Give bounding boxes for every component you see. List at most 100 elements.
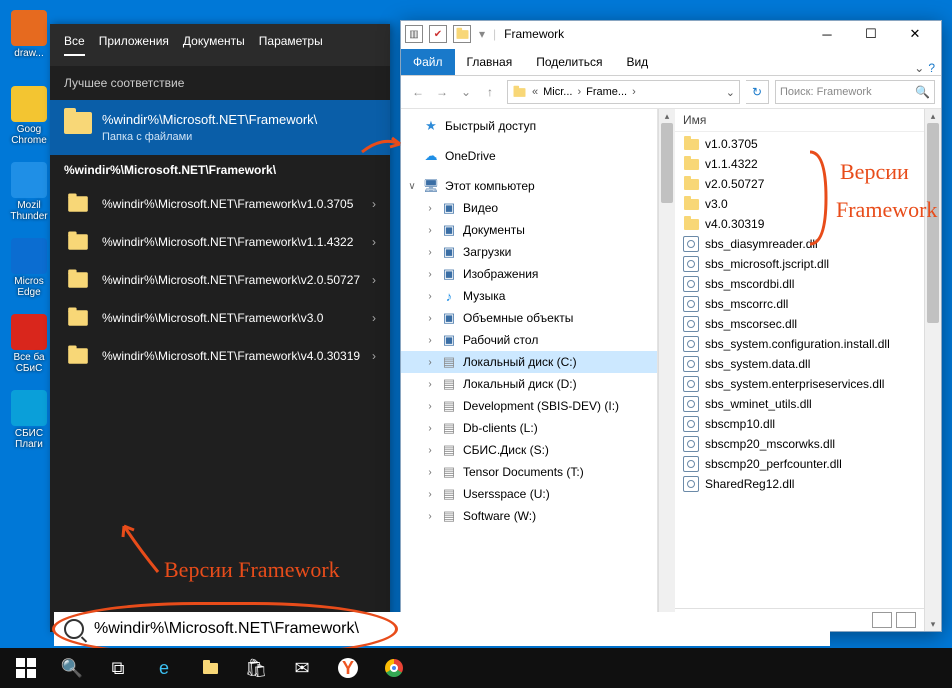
- nav-back-icon[interactable]: ←: [407, 81, 429, 103]
- search-result[interactable]: %windir%\Microsoft.NET\Framework\v4.0.30…: [50, 337, 390, 375]
- tree-node[interactable]: ›▤Локальный диск (D:): [401, 373, 657, 395]
- taskbar-search-icon[interactable]: 🔍: [50, 648, 94, 688]
- file-item[interactable]: v1.0.3705: [675, 134, 924, 154]
- crumb-1[interactable]: Micr...: [543, 86, 572, 98]
- tree-node[interactable]: ∨🖥Этот компьютер: [401, 175, 657, 197]
- desktop-icon[interactable]: draw...: [6, 10, 52, 59]
- desktop-icon[interactable]: Goog Chrome: [6, 86, 52, 146]
- search-result[interactable]: %windir%\Microsoft.NET\Framework\v1.0.37…: [50, 185, 390, 223]
- best-match-item[interactable]: %windir%\Microsoft.NET\Framework\ Папка …: [50, 100, 390, 155]
- file-item[interactable]: sbscmp10.dll: [675, 414, 924, 434]
- tree-node[interactable]: ›▣Видео: [401, 197, 657, 219]
- crumb-dropdown-icon[interactable]: ⌄: [726, 86, 735, 99]
- ribbon-collapse-icon[interactable]: ⌄: [914, 61, 924, 75]
- file-item[interactable]: sbscmp20_perfcounter.dll: [675, 454, 924, 474]
- search-input[interactable]: [92, 619, 820, 639]
- tree-node[interactable]: ›▤Software (W:): [401, 505, 657, 527]
- tree-node[interactable]: ☁OneDrive: [401, 145, 657, 167]
- tree-node[interactable]: ›▣Объемные объекты: [401, 307, 657, 329]
- file-item[interactable]: sbs_diasymreader.dll: [675, 234, 924, 254]
- tree-node[interactable]: ›▤Db-clients (L:): [401, 417, 657, 439]
- taskbar-edge-icon[interactable]: e: [142, 648, 186, 688]
- desktop-icon[interactable]: СБИС Плаги: [6, 390, 52, 450]
- tab-docs[interactable]: Документы: [183, 34, 245, 56]
- breadcrumb[interactable]: « Micr... › Frame... › ⌄: [507, 80, 740, 104]
- minimize-button[interactable]: ─: [805, 21, 849, 47]
- taskbar-explorer-icon[interactable]: [188, 648, 232, 688]
- dll-icon: [683, 356, 699, 372]
- file-item[interactable]: sbs_wminet_utils.dll: [675, 394, 924, 414]
- nav-up-icon[interactable]: ↑: [479, 81, 501, 103]
- search-placeholder: Поиск: Framework: [780, 86, 872, 98]
- file-item[interactable]: sbs_microsoft.jscript.dll: [675, 254, 924, 274]
- tree-scrollbar[interactable]: ▴▾: [658, 109, 675, 631]
- folder-icon: [684, 179, 699, 190]
- view-details-icon[interactable]: [872, 612, 892, 628]
- nav-forward-icon[interactable]: →: [431, 81, 453, 103]
- taskbar-mail-icon[interactable]: ✉: [280, 648, 324, 688]
- tree-node[interactable]: ›▤Usersspace (U:): [401, 483, 657, 505]
- taskbar-chrome-icon[interactable]: [372, 648, 416, 688]
- tree-node[interactable]: ›▣Документы: [401, 219, 657, 241]
- tree-node[interactable]: ›▣Рабочий стол: [401, 329, 657, 351]
- help-icon[interactable]: ?: [928, 61, 935, 75]
- close-button[interactable]: ✕: [893, 21, 937, 47]
- tree-node[interactable]: ★Быстрый доступ: [401, 115, 657, 137]
- file-item[interactable]: v3.0: [675, 194, 924, 214]
- tree-node[interactable]: ›▤Tensor Documents (T:): [401, 461, 657, 483]
- task-view-icon[interactable]: ⧉: [96, 648, 140, 688]
- taskbar-search[interactable]: [54, 612, 830, 646]
- file-item[interactable]: sbs_mscorrc.dll: [675, 294, 924, 314]
- search-result[interactable]: %windir%\Microsoft.NET\Framework\v3.0›: [50, 299, 390, 337]
- ribbon-tab-view[interactable]: Вид: [614, 49, 660, 75]
- file-scrollbar[interactable]: ▴▾: [924, 109, 941, 631]
- maximize-button[interactable]: ☐: [849, 21, 893, 47]
- file-item[interactable]: v2.0.50727: [675, 174, 924, 194]
- folder-icon: [64, 112, 92, 134]
- tree-node[interactable]: ›▣Загрузки: [401, 241, 657, 263]
- dll-icon: [683, 256, 699, 272]
- taskbar-store-icon[interactable]: 🛍: [234, 648, 278, 688]
- tree-node[interactable]: ›▣Изображения: [401, 263, 657, 285]
- taskbar-yandex-icon[interactable]: Y: [326, 648, 370, 688]
- nav-history-icon[interactable]: ⌄: [455, 81, 477, 103]
- desktop-icon[interactable]: Mozil Thunder: [6, 162, 52, 222]
- file-item[interactable]: sbs_mscorsec.dll: [675, 314, 924, 334]
- column-header-name[interactable]: Имя: [675, 109, 924, 132]
- view-icons-icon[interactable]: [896, 612, 916, 628]
- file-item[interactable]: sbs_system.data.dll: [675, 354, 924, 374]
- desktop-icon[interactable]: Micros Edge: [6, 238, 52, 298]
- qat-folder-icon[interactable]: [453, 25, 471, 43]
- file-item[interactable]: SharedReg12.dll: [675, 474, 924, 494]
- tab-apps[interactable]: Приложения: [99, 34, 169, 56]
- search-result[interactable]: %windir%\Microsoft.NET\Framework\v2.0.50…: [50, 261, 390, 299]
- taskbar: 🔍 ⧉ e 🛍 ✉ Y: [0, 648, 952, 688]
- crumb-2[interactable]: Frame...: [586, 86, 627, 98]
- file-item[interactable]: v1.1.4322: [675, 154, 924, 174]
- desktop-icon[interactable]: Все ба СБиС: [6, 314, 52, 374]
- tree-node[interactable]: ›▤Локальный диск (C:): [401, 351, 657, 373]
- tab-settings[interactable]: Параметры: [259, 34, 323, 56]
- explorer-search-input[interactable]: Поиск: Framework 🔍: [775, 80, 935, 104]
- ribbon-tab-share[interactable]: Поделиться: [524, 49, 614, 75]
- nav-tree[interactable]: ★Быстрый доступ ☁OneDrive ∨🖥Этот компьютер…: [401, 109, 658, 631]
- start-button[interactable]: [4, 648, 48, 688]
- folder-icon: [68, 196, 88, 211]
- tree-node[interactable]: ›♪Музыка: [401, 285, 657, 307]
- file-list[interactable]: v1.0.3705v1.1.4322v2.0.50727v3.0v4.0.303…: [675, 132, 924, 608]
- tab-all[interactable]: Все: [64, 34, 85, 56]
- file-item[interactable]: sbs_system.enterpriseservices.dll: [675, 374, 924, 394]
- ribbon-tab-home[interactable]: Главная: [455, 49, 525, 75]
- tree-node[interactable]: ›▤СБИС.Диск (S:): [401, 439, 657, 461]
- file-item[interactable]: sbscmp20_mscorwks.dll: [675, 434, 924, 454]
- tree-node[interactable]: ›▤Development (SBIS-DEV) (I:): [401, 395, 657, 417]
- search-result[interactable]: %windir%\Microsoft.NET\Framework\v1.1.43…: [50, 223, 390, 261]
- file-item[interactable]: v4.0.30319: [675, 214, 924, 234]
- qat-props-icon[interactable]: ▥: [405, 25, 423, 43]
- refresh-button[interactable]: ↻: [746, 80, 769, 104]
- qat-toggle-icon[interactable]: ✔: [429, 25, 447, 43]
- ribbon-tab-file[interactable]: Файл: [401, 49, 455, 75]
- file-item[interactable]: sbs_mscordbi.dll: [675, 274, 924, 294]
- titlebar[interactable]: ▥ ✔ ▾ | Framework ─ ☐ ✕: [401, 21, 941, 47]
- file-item[interactable]: sbs_system.configuration.install.dll: [675, 334, 924, 354]
